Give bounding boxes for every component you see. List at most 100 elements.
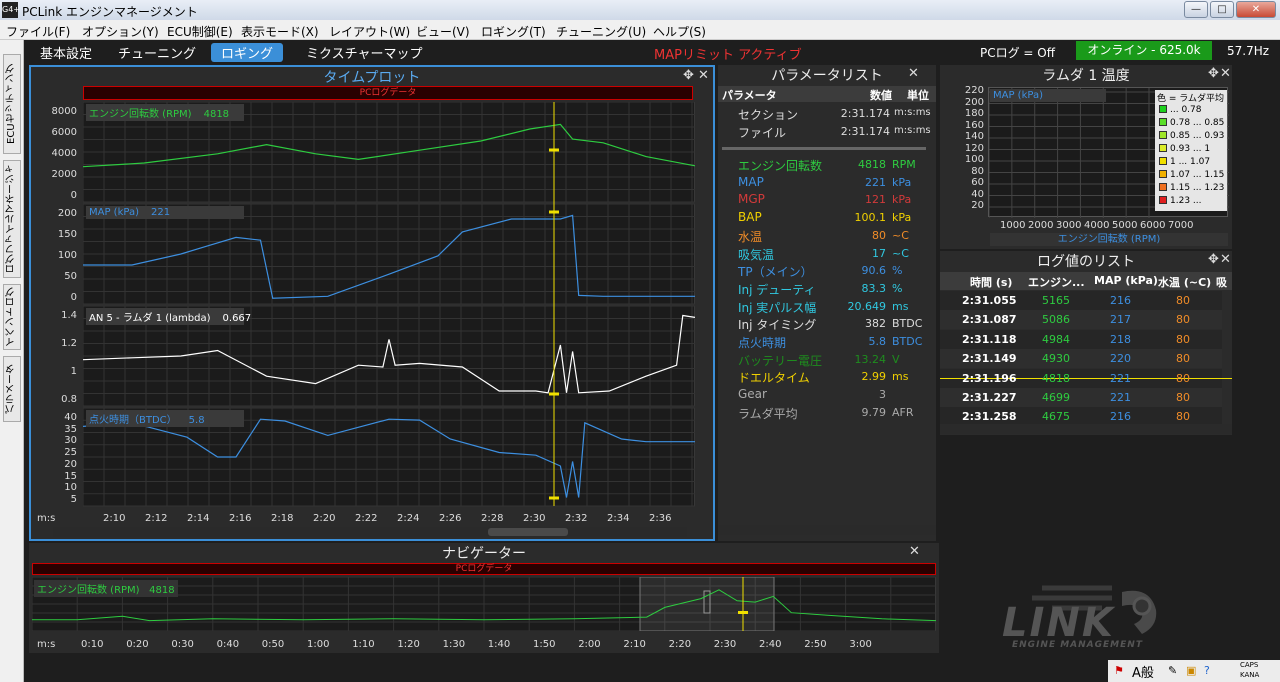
y-tick-label: 10	[64, 482, 77, 494]
header-value[interactable]: 数値	[870, 87, 892, 103]
tool-icon[interactable]: ✎	[1168, 664, 1177, 677]
param-unit: RPM	[892, 158, 916, 171]
lambda-series-label: MAP (kPa)	[990, 89, 1106, 102]
col-time[interactable]: 時間 (s)	[970, 274, 1012, 290]
help-icon[interactable]: ?	[1204, 664, 1210, 677]
col-engine-rpm[interactable]: エンジン...	[1028, 274, 1085, 290]
param-name: 点火時期	[738, 336, 787, 350]
param-value: 90.6	[861, 264, 887, 278]
menu-options[interactable]: オプション(Y)	[82, 23, 159, 40]
navigator-viewport[interactable]	[639, 577, 775, 631]
x-tick-label: 0:40	[216, 639, 240, 650]
side-tab-parameters[interactable]: パラメータ	[3, 356, 21, 422]
navigator-panel: ナビゲーター ✕ PCログデータ エンジン回転数 (RPM) 4818 m:s …	[29, 543, 939, 653]
box-icon[interactable]: ▣	[1186, 664, 1196, 677]
close-icon[interactable]: ✕	[1220, 252, 1231, 267]
y-tick-label: 20	[971, 200, 984, 211]
menu-layout[interactable]: レイアウト(W)	[329, 23, 410, 40]
side-tab-ecu-settings[interactable]: ECUセッティング	[3, 54, 21, 154]
table-row[interactable]: 2:31.149 4930 220 80	[940, 349, 1222, 369]
x-tick-label: 1:40	[487, 639, 511, 650]
move-icon[interactable]: ✥	[683, 68, 694, 83]
table-cell: 80	[1176, 352, 1190, 366]
timeplot-scrollbar[interactable]	[53, 527, 687, 537]
header-parameter[interactable]: パラメータ	[722, 87, 777, 103]
series-name: AN 5 - ラムダ 1 (lambda)	[89, 313, 211, 324]
legend-swatch	[1159, 157, 1167, 165]
menu-view[interactable]: ビュー(V)	[416, 23, 470, 40]
navigator-unit-label: m:s	[37, 639, 56, 650]
table-row[interactable]: 2:31.227 4699 221 80	[940, 388, 1222, 407]
table-row[interactable]: 2:31.196 4818 221 80	[940, 368, 1232, 388]
x-tick-label: 1:20	[397, 639, 420, 650]
x-tick-label: 3000	[1056, 220, 1082, 231]
col-coolant[interactable]: 水温 (~C)	[1158, 274, 1211, 290]
close-icon[interactable]: ✕	[1220, 66, 1231, 81]
menu-tuning[interactable]: チューニング(U)	[556, 23, 646, 40]
tab-basic-settings[interactable]: 基本設定	[40, 43, 92, 62]
y-tick-label: 0	[70, 190, 77, 201]
header-unit[interactable]: 単位	[907, 87, 929, 103]
param-unit: ~C	[892, 246, 909, 260]
tab-logging[interactable]: ロギング	[211, 43, 284, 62]
y-tick-label: 35	[64, 423, 77, 435]
ime-indicator[interactable]: A般	[1132, 662, 1154, 681]
y-tick-label: 2000	[51, 169, 77, 180]
legend-item: 0.85 ... 0.93	[1159, 131, 1224, 141]
table-cell: 80	[1176, 371, 1190, 385]
move-icon[interactable]: ✥	[1208, 66, 1219, 81]
y-tick-label: 40	[971, 188, 984, 200]
close-icon[interactable]: ✕	[908, 66, 919, 81]
table-row[interactable]: 2:31.118 4984 218 80	[940, 329, 1222, 349]
divider	[722, 147, 926, 150]
x-tick-label: 2:28	[481, 513, 504, 524]
x-tick-label: 2000	[1028, 220, 1054, 231]
param-unit: ms	[892, 299, 909, 313]
table-cell: 80	[1176, 410, 1190, 424]
param-value: 4818	[858, 158, 886, 171]
close-icon[interactable]: ✕	[909, 544, 920, 559]
x-tick-label: 2:12	[145, 513, 168, 524]
col-map[interactable]: MAP (kPa)	[1094, 274, 1158, 287]
log-values-panel: ログ値のリスト ✥ ✕ 時間 (s) エンジン... MAP (kPa) 水温 …	[940, 251, 1232, 435]
side-tab-event-log[interactable]: イベントログ	[3, 284, 21, 350]
y-tick-label: 0	[70, 292, 77, 303]
tab-tuning[interactable]: チューニング	[118, 43, 196, 62]
menu-help[interactable]: ヘルプ(S)	[653, 23, 706, 40]
table-row[interactable]: 2:31.055 5165 216 80	[940, 291, 1222, 310]
maximize-button[interactable]: □	[1210, 1, 1234, 18]
minimize-button[interactable]: —	[1184, 1, 1208, 18]
param-unit: ~C	[892, 228, 909, 242]
param-name: Inj デューティ	[738, 282, 816, 297]
tab-mixture-map[interactable]: ミクスチャーマップ	[306, 43, 422, 62]
table-cell: 221	[1110, 391, 1131, 404]
x-tick-label: 7000	[1168, 220, 1194, 231]
log-values-scrollbar[interactable]	[940, 424, 1232, 434]
menu-ecu-control[interactable]: ECU制御(E)	[167, 23, 233, 40]
window-title: PCLink エンジンマネージメント	[22, 5, 198, 19]
close-icon[interactable]: ✕	[698, 68, 709, 83]
y-tick-label: 100	[57, 250, 77, 261]
y-tick-label: 200	[964, 96, 984, 108]
side-tab-logfile-manager[interactable]: ログファイルマネージャ	[3, 160, 21, 278]
flag-icon[interactable]: ⚑	[1114, 664, 1124, 677]
timeplot-scroll-thumb[interactable]	[488, 528, 568, 536]
x-tick-label: 2:20	[668, 639, 692, 650]
param-value: 121	[865, 193, 886, 207]
legend-item: 1 ... 1.07	[1159, 157, 1210, 167]
close-button[interactable]: ✕	[1236, 1, 1276, 18]
move-icon[interactable]: ✥	[1208, 252, 1219, 267]
parameter-list-scrollbar[interactable]	[718, 525, 936, 535]
menu-display-mode[interactable]: 表示モード(X)	[241, 23, 319, 40]
col-intake[interactable]: 吸	[1216, 274, 1227, 290]
table-row[interactable]: 2:31.087 5086 217 80	[940, 310, 1222, 330]
x-tick-label: 2:40	[759, 639, 782, 650]
menu-file[interactable]: ファイル(F)	[6, 23, 70, 40]
param-value: 80	[872, 228, 886, 242]
lambda-chart[interactable]: MAP (kPa) 色 = ラムダ平均 ... 0.78 0.78 ... 0.8…	[988, 87, 1229, 218]
pc-log-band: PCログデータ	[83, 86, 693, 100]
x-tick-label: 2:30	[713, 639, 737, 650]
menu-logging[interactable]: ロギング(T)	[481, 23, 546, 40]
timeplot-title: タイムプロット	[323, 70, 421, 86]
log-values-title: ログ値のリスト	[1037, 254, 1135, 270]
